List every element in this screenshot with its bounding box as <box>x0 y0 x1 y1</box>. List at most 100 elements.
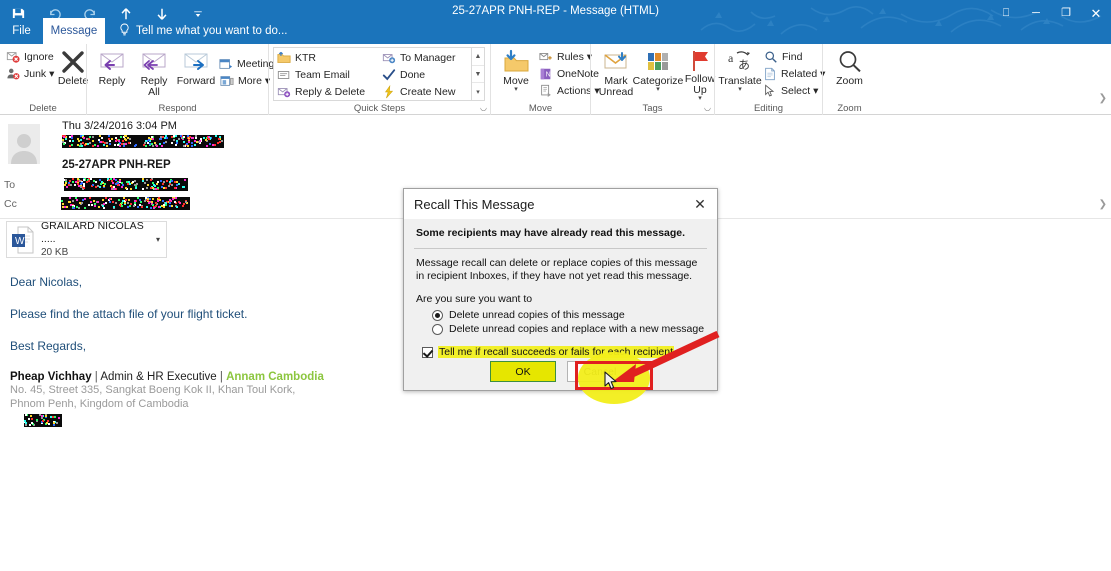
quick-step-reply-delete-label: Reply & Delete <box>295 86 365 98</box>
group-label-tags: Tags ◡ <box>590 102 714 115</box>
ok-button[interactable]: OK <box>490 361 556 382</box>
group-label-respond: Respond <box>86 102 268 115</box>
folder-move-icon <box>276 51 291 66</box>
avatar <box>8 124 40 164</box>
forward-button[interactable]: Forward <box>175 46 217 102</box>
tab-message[interactable]: Message <box>43 18 105 44</box>
ribbon-tab-strip: File Message Tell me what you want to do… <box>0 18 1111 44</box>
more-label: More ▾ <box>238 75 270 87</box>
radio-delete-and-replace-icon[interactable] <box>432 324 443 335</box>
find-button[interactable]: Find <box>761 48 819 65</box>
translate-caret-icon[interactable]: ▾ <box>738 87 742 93</box>
related-icon <box>763 66 777 81</box>
junk-button[interactable]: Junk ▾ <box>4 65 52 82</box>
expand-body-icon[interactable]: ❯ <box>1099 199 1107 210</box>
ribbon-groups: Ignore Junk ▾ Delete Reply Reply All For… <box>0 44 876 102</box>
delete-label: Delete <box>58 76 88 87</box>
cc-recipients-redacted <box>61 197 190 210</box>
quick-step-ktr[interactable]: KTR <box>274 50 379 67</box>
signature-role: Admin & HR Executive <box>100 371 216 383</box>
create-new-icon <box>381 84 396 99</box>
attachment-item[interactable]: W GRAILARD NICOLAS ..... 20 KB ▾ <box>6 221 167 258</box>
radio-delete-unread-label: Delete unread copies of this message <box>449 309 625 321</box>
ribbon: Ignore Junk ▾ Delete Reply Reply All For… <box>0 44 1111 115</box>
quick-step-done[interactable]: Done <box>379 67 471 84</box>
quick-steps-scroll-down-icon[interactable]: ▼ <box>472 65 484 83</box>
categorize-caret-icon[interactable]: ▾ <box>656 87 660 93</box>
team-email-icon <box>276 68 291 83</box>
checkbox-tell-me-icon[interactable] <box>422 347 433 358</box>
signature-logo-redacted <box>24 414 62 427</box>
reply-all-label: Reply All <box>138 76 170 98</box>
junk-label: Junk ▾ <box>24 68 54 80</box>
follow-up-label: Follow Up <box>684 74 716 96</box>
ribbon-group-zoom: Zoom <box>822 44 876 102</box>
move-button[interactable]: Move ▾ <box>495 46 537 102</box>
translate-button[interactable]: aあ Translate ▾ <box>719 46 761 102</box>
reply-icon <box>98 48 126 76</box>
related-label: Related ▾ <box>781 68 825 80</box>
svg-text:N: N <box>546 71 551 78</box>
quick-step-to-manager[interactable]: To Manager <box>379 50 471 67</box>
quick-steps-more-icon[interactable]: ▾ <box>472 82 484 100</box>
done-check-icon <box>381 68 396 83</box>
ribbon-group-editing: aあ Translate ▾ Find Related ▾ Select ▾ <box>714 44 822 102</box>
meeting-icon <box>219 56 233 71</box>
select-button[interactable]: Select ▾ <box>761 82 819 99</box>
actions-button[interactable]: Actions ▾ <box>537 82 593 99</box>
ignore-label: Ignore <box>24 51 54 63</box>
rules-label: Rules ▾ <box>557 51 592 63</box>
quick-step-create-new[interactable]: Create New <box>379 83 471 100</box>
mark-unread-button[interactable]: Mark Unread <box>595 46 637 102</box>
tell-me-label: Tell me what you want to do... <box>136 25 288 37</box>
onenote-icon: N <box>539 66 553 81</box>
reply-all-button[interactable]: Reply All <box>133 46 175 102</box>
categorize-button[interactable]: Categorize ▾ <box>637 46 679 102</box>
junk-icon <box>6 66 20 81</box>
ignore-button[interactable]: Ignore <box>4 48 52 65</box>
signature-sep-2: | <box>217 371 226 383</box>
signature-address-2: Phnom Penh, Kingdom of Cambodia <box>10 397 530 411</box>
lightbulb-icon <box>119 23 130 39</box>
select-label: Select ▾ <box>781 85 818 97</box>
mark-unread-icon <box>602 48 630 76</box>
quick-step-ktr-label: KTR <box>295 52 316 64</box>
signature-name: Pheap Vichhay <box>10 371 92 383</box>
sender-redacted <box>62 135 224 148</box>
tab-file[interactable]: File <box>0 18 43 44</box>
mouse-cursor <box>604 371 620 391</box>
more-button[interactable]: More ▾ <box>217 72 275 89</box>
tell-me-search[interactable]: Tell me what you want to do... <box>105 18 288 44</box>
move-caret-icon[interactable]: ▾ <box>514 87 518 93</box>
radio-option-delete-unread[interactable]: Delete unread copies of this message <box>432 309 707 321</box>
more-icon <box>219 73 234 88</box>
quick-steps-dialog-launcher-icon[interactable]: ◡ <box>480 103 487 112</box>
zoom-button[interactable]: Zoom <box>829 46 871 102</box>
quick-steps-scrollbar[interactable]: ▲ ▼ ▾ <box>471 48 484 100</box>
move-folder-icon <box>502 48 530 76</box>
ribbon-group-move: Move ▾ Rules ▾ N OneNote Actions ▾ <box>490 44 590 102</box>
quick-steps-scroll-up-icon[interactable]: ▲ <box>472 48 484 65</box>
ignore-icon <box>6 49 20 64</box>
quick-step-team-email[interactable]: Team Email <box>274 67 379 84</box>
quick-step-to-manager-label: To Manager <box>400 52 455 64</box>
quick-step-done-label: Done <box>400 69 425 81</box>
radio-delete-unread-icon[interactable] <box>432 310 443 321</box>
quick-step-reply-delete[interactable]: Reply & Delete <box>274 83 379 100</box>
meeting-button[interactable]: Meeting <box>217 55 275 72</box>
collapse-header-icon[interactable]: ❯ <box>1099 93 1107 104</box>
tags-dialog-launcher-icon[interactable]: ◡ <box>704 103 711 112</box>
dialog-title: Recall This Message <box>414 197 534 212</box>
dialog-close-icon[interactable]: ✕ <box>683 189 717 219</box>
rules-button[interactable]: Rules ▾ <box>537 48 593 65</box>
attachment-dropdown-icon[interactable]: ▾ <box>156 235 162 244</box>
dialog-title-bar: Recall This Message ✕ <box>404 189 717 219</box>
svg-text:あ: あ <box>738 58 750 72</box>
reply-button[interactable]: Reply <box>91 46 133 102</box>
attachment-name: GRAILARD NICOLAS ..... <box>41 220 156 246</box>
onenote-button[interactable]: N OneNote <box>537 65 593 82</box>
reply-delete-icon <box>276 84 291 99</box>
related-button[interactable]: Related ▾ <box>761 65 819 82</box>
group-label-quick-steps: Quick Steps ◡ <box>268 102 490 115</box>
dialog-separator <box>414 248 707 249</box>
